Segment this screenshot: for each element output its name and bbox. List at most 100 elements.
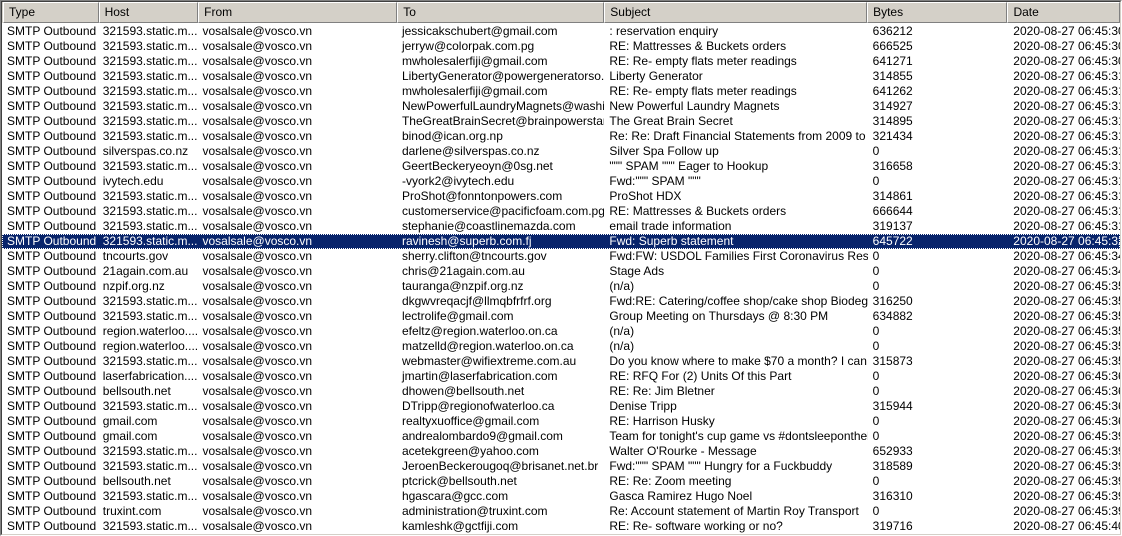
table-row[interactable]: SMTP Outbound321593.static.m...vosalsale… [2,54,1120,69]
table-row[interactable]: SMTP Outbound321593.static.m...vosalsale… [2,129,1120,144]
table-row[interactable]: SMTP Outbound321593.static.m...vosalsale… [2,114,1120,129]
cell-type: SMTP Outbound [7,144,97,158]
cell-host: 321593.static.m... [102,129,198,143]
column-header-date[interactable]: Date [1007,2,1120,23]
cell-host: 321593.static.m... [102,24,198,38]
cell-type: SMTP Outbound [7,129,97,143]
cell-bytes: 0 [872,504,880,518]
table-row[interactable]: SMTP Outbound truxint.com vosalsale@vosco.… [2,504,1120,519]
cell-bytes: 0 [872,279,880,293]
cell-bytes: 645722 [872,234,913,248]
table-row[interactable]: SMTP Outbound gmail.com vosalsale@vosco.vn… [2,414,1120,429]
table-row[interactable]: SMTP Outbound321593.static.m...vosalsale… [2,159,1120,174]
cell-host: 321593.static.m... [102,39,198,53]
column-header-from[interactable]: From [198,2,398,23]
cell-to: kamleshk@gctfiji.com [401,519,519,533]
cell-from: vosalsale@vosco.vn [202,219,313,233]
cell-subject: RE: Re- software working or no? [609,519,783,533]
cell-bytes: 318589 [872,459,913,473]
table-row[interactable]: SMTP Outbound321593.static.m...vosalsale… [2,24,1120,39]
cell-from: vosalsale@vosco.vn [202,174,313,188]
cell-to: acetekgreen@yahoo.com [401,444,539,458]
table-row[interactable]: SMTP Outbound321593.static.m...vosalsale… [2,399,1120,414]
cell-subject: The Great Brain Secret [609,114,733,128]
cell-type: SMTP Outbound [7,219,97,233]
cell-type: SMTP Outbound [7,384,97,398]
cell-from: vosalsale@vosco.vn [202,504,313,518]
cell-host: gmail.com [102,414,158,428]
table-row[interactable]: SMTP Outbound nzpif.org.nz vosalsale@vosco… [2,279,1120,294]
cell-type: SMTP Outbound [7,354,97,368]
cell-from: vosalsale@vosco.vn [202,144,313,158]
table-row[interactable]: SMTP Outbound321593.static.m...vosalsale… [2,534,1120,535]
cell-from: vosalsale@vosco.vn [202,294,313,308]
table-row[interactable]: SMTP Outbound region.waterloo.... vosalsal… [2,324,1120,339]
cell-to: jmartin@laserfabrication.com [401,369,558,383]
cell-type: SMTP Outbound [7,114,97,128]
cell-type: SMTP Outbound [7,69,97,83]
cell-from: vosalsale@vosco.vn [202,264,313,278]
cell-type: SMTP Outbound [7,339,97,353]
table-row[interactable]: SMTP Outbound 21again.com.au vosalsale@vos… [2,264,1120,279]
cell-host: 321593.static.m... [102,159,198,173]
table-row[interactable]: SMTP Outbound321593.static.m...vosalsale… [2,294,1120,309]
table-row[interactable]: SMTP Outbound bellsouth.net vosalsale@vosc… [2,384,1120,399]
column-header-to[interactable]: To [397,2,605,23]
cell-host: region.waterloo.... [102,324,198,338]
cell-from: vosalsale@vosco.vn [202,84,313,98]
cell-date: 2020-08-27 06:45:30 [1013,54,1120,68]
table-row[interactable]: SMTP Outbound321593.static.m...vosalsale… [2,459,1120,474]
column-header-subject[interactable]: Subject [604,2,868,23]
cell-bytes: 314895 [872,114,913,128]
table-row[interactable]: SMTP Outbound321593.static.m...vosalsale… [2,219,1120,234]
table-row[interactable]: SMTP Outbound321593.static.m...vosalsale… [2,189,1120,204]
table-row[interactable]: SMTP Outbound321593.static.m...vosalsale… [2,354,1120,369]
cell-to: ptcrick@bellsouth.net [401,474,517,488]
column-header-type[interactable]: Type [3,2,99,23]
cell-subject: Fwd: Superb statement [609,234,734,248]
table-row[interactable]: SMTP Outbound321593.static.m...vosalsale… [2,309,1120,324]
table-row[interactable]: SMTP Outbound ivytech.edu vosalsale@vosco.… [2,174,1120,189]
cell-date: 2020-08-27 06:45:31 [1013,219,1120,233]
smtp-log-listview[interactable]: Type Host From To Subject Bytes Date SMT… [0,0,1122,536]
column-header-bytes[interactable]: Bytes [867,2,1008,23]
cell-type: SMTP Outbound [7,474,97,488]
table-row[interactable]: SMTP Outbound321593.static.m...vosalsale… [2,39,1120,54]
table-row[interactable]: SMTP Outbound321593.static.m...vosalsale… [2,519,1120,534]
table-row[interactable]: SMTP Outbound gmail.com vosalsale@vosco.vn… [2,429,1120,444]
cell-to: mwholesalerfiji@gmail.com [401,54,548,68]
cell-bytes: 0 [872,324,880,338]
cell-subject: 2019 Newest Mini GPS Tracker Truck / Car… [604,534,867,535]
table-row[interactable]: SMTP Outbound silverspas.co.nz vosalsale@v… [2,144,1120,159]
cell-type: SMTP Outbound [7,294,97,308]
table-row[interactable]: SMTP Outbound bellsouth.net vosalsale@vosc… [2,474,1120,489]
cell-to: tauranga@nzpif.org.nz [401,279,524,293]
cell-to: DTripp@regionofwaterloo.ca [401,399,555,413]
cell-host: 321593.static.m... [102,489,198,503]
table-row[interactable]: SMTP Outbound321593.static.m...vosalsale… [2,84,1120,99]
cell-date: 2020-08-27 06:45:35 [1013,294,1120,308]
table-row[interactable]: SMTP Outbound321593.static.m...vosalsale… [2,204,1120,219]
table-row[interactable]: SMTP Outbound321593.static.m...vosalsale… [2,99,1120,114]
table-row[interactable]: SMTP Outbound321593.static.m...vosalsale… [2,69,1120,84]
cell-to: realtyxuoffice@gmail.com [401,414,540,428]
column-header-host[interactable]: Host [98,2,199,23]
cell-from: vosalsale@vosco.vn [202,444,313,458]
cell-subject: Re: Re: Draft Financial Statements from … [609,129,868,143]
cell-date: 2020-08-27 06:45:31 [1013,189,1120,203]
table-row[interactable]: SMTP Outbound321593.static.m...vosalsale… [2,234,1120,249]
cell-type: SMTP Outbound [7,84,97,98]
table-row[interactable]: SMTP Outbound laserfabrication.... vosalsa… [2,369,1120,384]
cell-bytes: 0 [872,474,880,488]
cell-to: ProShot@fonntonpowers.com [401,189,563,203]
cell-subject: RE: Re- empty flats meter readings [609,54,797,68]
table-row[interactable]: SMTP Outbound tncourts.gov vosalsale@vosco… [2,249,1120,264]
cell-from: vosalsale@vosco.vn [202,429,313,443]
table-row[interactable]: SMTP Outbound region.waterloo.... vosalsal… [2,339,1120,354]
cell-to: jessicakschubert@gmail.com [401,24,558,38]
cell-date: 2020-08-27 06:45:36 [1013,414,1120,428]
table-row[interactable]: SMTP Outbound321593.static.m...vosalsale… [2,489,1120,504]
cell-bytes: 666644 [872,204,913,218]
table-row[interactable]: SMTP Outbound321593.static.m...vosalsale… [2,444,1120,459]
cell-bytes: 652933 [872,444,913,458]
